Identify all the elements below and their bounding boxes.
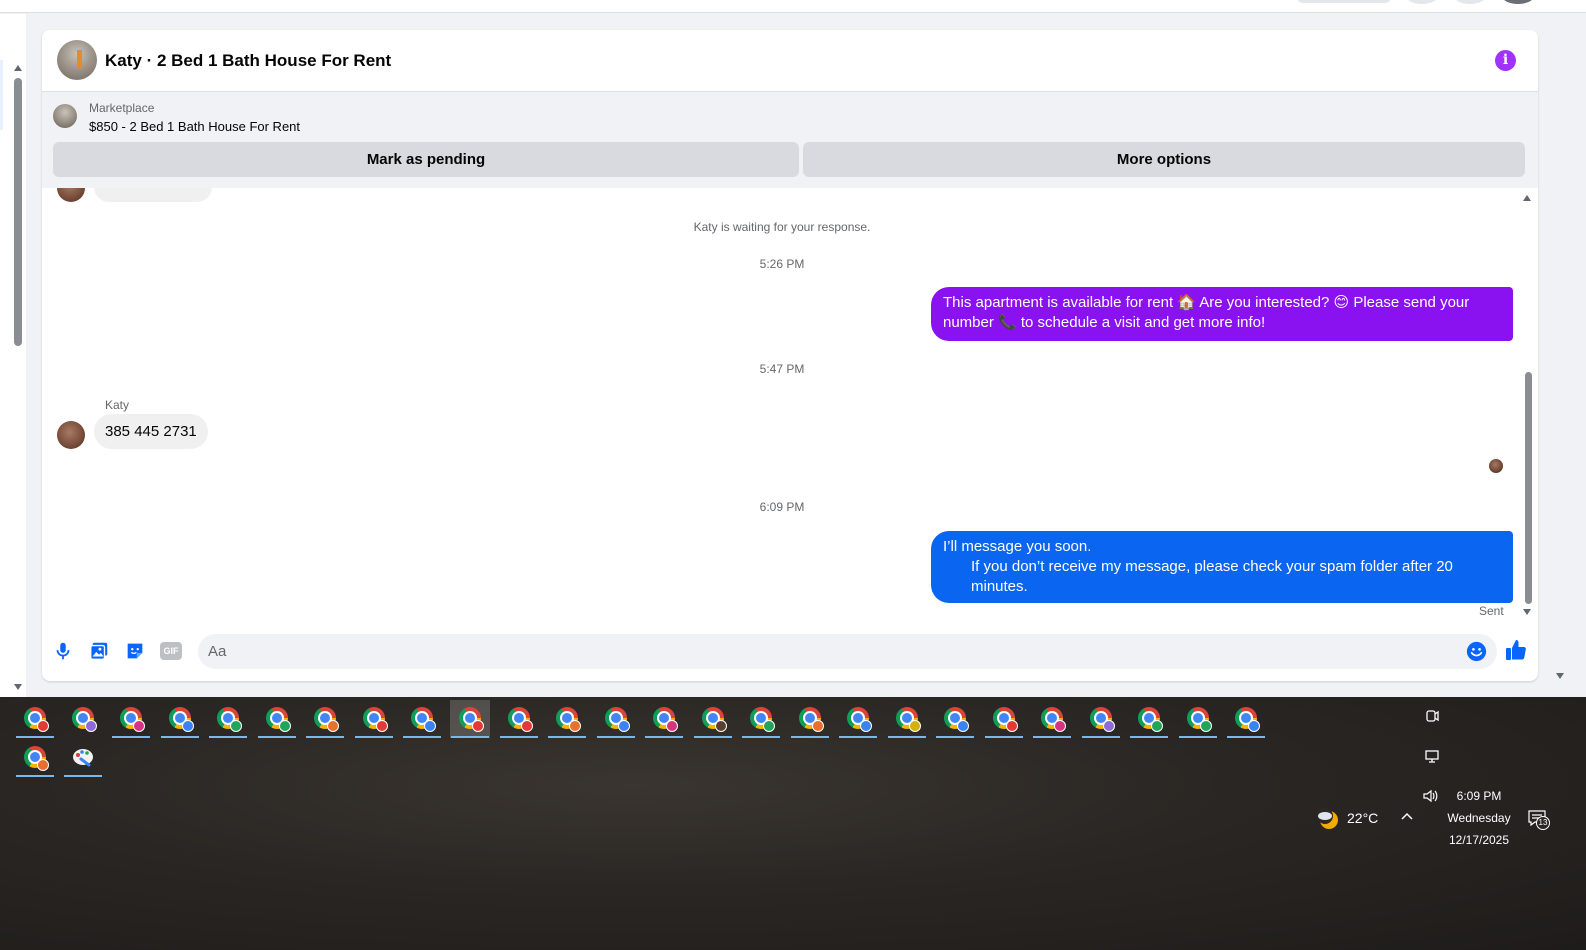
mark-as-pending-button[interactable]: Mark as pending xyxy=(53,142,799,177)
incoming-message[interactable]: 385 445 2731 xyxy=(94,414,208,449)
taskbar-clock-time[interactable]: 6:09 PM xyxy=(1440,789,1518,803)
read-receipt-avatar xyxy=(1489,459,1503,473)
taskbar-chrome-window[interactable] xyxy=(305,700,345,738)
taskbar-chrome-window[interactable] xyxy=(596,700,636,738)
message-scroll-up-icon[interactable] xyxy=(1523,195,1531,201)
top-bar-icon-button[interactable] xyxy=(1454,0,1486,4)
sender-avatar[interactable] xyxy=(57,188,85,202)
taskbar-chrome-window[interactable] xyxy=(1226,700,1266,738)
taskbar-chrome-window[interactable] xyxy=(160,700,200,738)
chat-window: Katy · 2 Bed 1 Bath House For Rent i Mar… xyxy=(42,30,1538,681)
outgoing-message[interactable]: I’ll message you soon. If you don’t rece… xyxy=(931,531,1513,603)
taskbar-chrome-window[interactable] xyxy=(15,700,55,738)
thumbs-up-icon[interactable] xyxy=(1504,638,1528,662)
top-bar-button[interactable] xyxy=(1296,0,1392,3)
message-line: I’ll message you soon. xyxy=(943,538,1092,555)
taskbar-paint-app[interactable] xyxy=(63,739,103,777)
sticker-icon[interactable] xyxy=(124,640,146,662)
taskbar-chrome-window[interactable] xyxy=(1081,700,1121,738)
paint-app-icon xyxy=(73,749,93,767)
message-bubble-partial[interactable] xyxy=(94,188,212,202)
taskbar-chrome-window[interactable] xyxy=(402,700,442,738)
sender-avatar[interactable] xyxy=(57,421,85,449)
taskbar-chrome-window[interactable] xyxy=(644,700,684,738)
message-scrollbar-thumb[interactable] xyxy=(1525,372,1532,604)
message-input-wrapper xyxy=(198,634,1497,669)
timestamp: 6:09 PM xyxy=(759,500,805,514)
show-hidden-icons-chevron-icon[interactable] xyxy=(1400,809,1414,823)
profile-avatar[interactable] xyxy=(1502,0,1534,4)
gif-icon[interactable]: GIF xyxy=(160,642,182,660)
notification-count-badge: 13 xyxy=(1536,816,1550,830)
info-icon[interactable]: i xyxy=(1495,50,1516,71)
sidebar-scrollbar-thumb[interactable] xyxy=(14,78,22,346)
taskbar-chrome-window[interactable] xyxy=(838,700,878,738)
sender-name: Katy xyxy=(105,398,130,412)
facebook-top-bar xyxy=(0,0,1586,13)
scroll-up-arrow-icon[interactable] xyxy=(14,65,22,71)
chat-header: Katy · 2 Bed 1 Bath House For Rent i xyxy=(42,30,1538,92)
listing-title[interactable]: $850 - 2 Bed 1 Bath House For Rent xyxy=(89,119,300,134)
network-icon[interactable] xyxy=(1424,748,1440,764)
taskbar-chrome-window[interactable] xyxy=(984,700,1024,738)
waiting-notice: Katy is waiting for your response. xyxy=(693,220,871,234)
windows-taskbar: 22°C 6:09 PM Wednesday 12/17/2025 13 xyxy=(0,697,1586,950)
message-line: If you don’t receive my message, please … xyxy=(971,558,1453,595)
taskbar-chrome-window[interactable] xyxy=(111,700,151,738)
taskbar-chrome-window[interactable] xyxy=(1032,700,1072,738)
message-status: Sent xyxy=(1479,604,1504,618)
outgoing-message[interactable]: This apartment is available for rent 🏠 A… xyxy=(931,287,1513,341)
taskbar-chrome-window[interactable] xyxy=(935,700,975,738)
taskbar-chrome-window[interactable] xyxy=(208,700,248,738)
timestamp: 5:47 PM xyxy=(759,362,805,376)
timestamp: 5:26 PM xyxy=(759,257,805,271)
more-options-button[interactable]: More options xyxy=(803,142,1525,177)
chat-title[interactable]: Katy · 2 Bed 1 Bath House For Rent xyxy=(105,51,391,71)
microphone-icon[interactable] xyxy=(52,640,74,662)
taskbar-chrome-window[interactable] xyxy=(15,739,55,777)
photo-icon[interactable] xyxy=(88,640,110,662)
page-scroll-down-arrow-icon[interactable] xyxy=(1556,673,1564,679)
action-center-button[interactable]: 13 xyxy=(1528,810,1550,830)
message-scroll-down-icon[interactable] xyxy=(1523,609,1531,615)
left-sidebar-edge xyxy=(0,14,26,697)
weather-temperature[interactable]: 22°C xyxy=(1347,810,1378,826)
taskbar-chrome-window[interactable] xyxy=(547,700,587,738)
sidebar-selection-indicator xyxy=(0,60,3,130)
browser-page: Katy · 2 Bed 1 Bath House For Rent i Mar… xyxy=(0,0,1586,697)
message-input[interactable] xyxy=(208,634,1448,669)
taskbar-chrome-window[interactable] xyxy=(790,700,830,738)
taskbar-chrome-window[interactable] xyxy=(887,700,927,738)
message-list: Katy is waiting for your response. 5:26 … xyxy=(42,188,1538,628)
weather-moon-cloud-icon[interactable] xyxy=(1316,807,1340,831)
taskbar-chrome-window[interactable] xyxy=(354,700,394,738)
taskbar-chrome-window[interactable] xyxy=(63,700,103,738)
taskbar-chrome-window[interactable] xyxy=(257,700,297,738)
volume-icon[interactable] xyxy=(1422,788,1440,804)
taskbar-chrome-window[interactable] xyxy=(693,700,733,738)
meet-now-icon[interactable] xyxy=(1424,708,1440,724)
taskbar-chrome-window[interactable] xyxy=(741,700,781,738)
marketplace-label: Marketplace xyxy=(89,101,155,115)
taskbar-chrome-window[interactable] xyxy=(1178,700,1218,738)
top-bar-icon-button[interactable] xyxy=(1406,0,1438,4)
taskbar-clock-day[interactable]: Wednesday xyxy=(1440,811,1518,825)
taskbar-chrome-window[interactable] xyxy=(1129,700,1169,738)
scroll-down-arrow-icon[interactable] xyxy=(14,684,22,690)
emoji-icon[interactable] xyxy=(1466,641,1487,662)
message-composer: GIF xyxy=(42,628,1538,681)
taskbar-chrome-window-active[interactable] xyxy=(450,700,490,738)
listing-thumbnail[interactable] xyxy=(53,104,77,128)
taskbar-clock-date[interactable]: 12/17/2025 xyxy=(1440,833,1518,847)
marketplace-banner: Marketplace $850 - 2 Bed 1 Bath House Fo… xyxy=(42,92,1538,188)
listing-avatar[interactable] xyxy=(57,40,97,80)
taskbar-chrome-window[interactable] xyxy=(499,700,539,738)
